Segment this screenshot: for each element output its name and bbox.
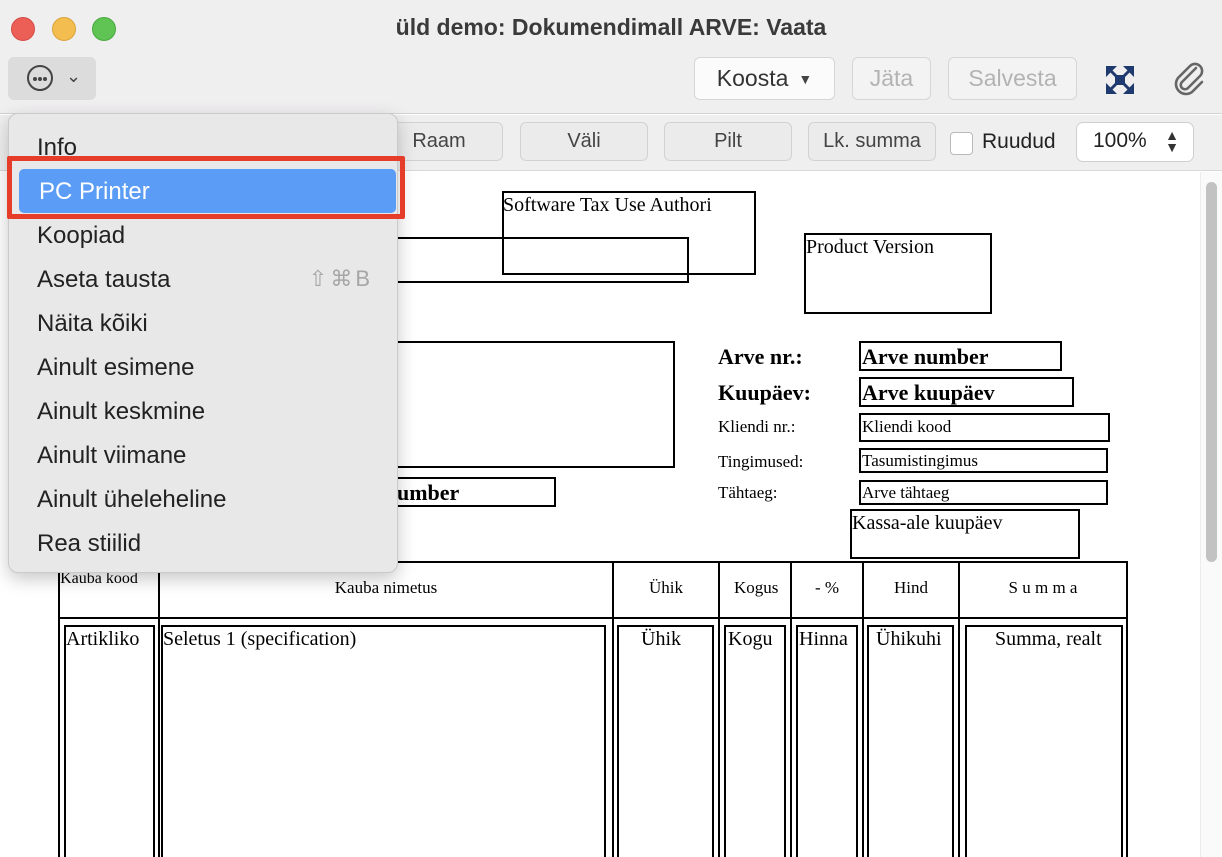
salvesta-button[interactable]: Salvesta: [948, 57, 1077, 100]
client-label: Kliendi nr.:: [718, 417, 796, 436]
header-hind: Hind: [894, 578, 928, 597]
scrollbar-thumb[interactable]: [1206, 182, 1217, 562]
header-percent: - %: [814, 578, 840, 597]
menu-item-label: Koopiad: [37, 222, 126, 249]
header-summa: S u m m a: [1008, 578, 1078, 597]
header-divider: [58, 617, 1128, 619]
cash-date-box[interactable]: Kassa-ale kuupäev: [850, 509, 1080, 559]
due-field: Arve tähtaeg: [862, 483, 950, 502]
row-field-box[interactable]: Seletus 1 (specification): [161, 625, 606, 857]
title-bar: üld demo: Dokumendimall ARVE: Vaata ⌄ Ko…: [0, 0, 1222, 114]
menu-item-ainult-keskmine[interactable]: Ainult keskmine: [17, 389, 389, 433]
date-box[interactable]: Arve kuupäev: [859, 377, 1074, 407]
menu-item-ainult-viimane[interactable]: Ainult viimane: [17, 433, 389, 477]
row-field-seletus: Seletus 1 (specification): [163, 628, 357, 650]
menu-item-rea-stiilid[interactable]: Rea stiilid: [17, 521, 389, 565]
row-field-uhikuhi: Ühikuhi: [876, 628, 942, 650]
menu-item-koopiad[interactable]: Koopiad: [17, 213, 389, 257]
number-box[interactable]: umber: [395, 477, 556, 507]
zoom-value: 100%: [1093, 129, 1147, 152]
due-box[interactable]: Arve tähtaeg: [859, 480, 1108, 505]
product-version-box[interactable]: Product Version: [804, 233, 992, 314]
row-field-summa: Summa, realt: [995, 628, 1102, 650]
client-field: Kliendi kood: [862, 417, 952, 436]
row-field-hinna: Hinna: [799, 628, 848, 650]
header-uhik: Ühik: [649, 578, 683, 597]
invoice-number-field: Arve number: [862, 344, 989, 369]
pilt-button[interactable]: Pilt: [664, 122, 792, 161]
chevron-down-icon: ⌄: [66, 66, 82, 86]
paperclip-icon[interactable]: [1172, 62, 1206, 96]
row-field-kogus: Kogu: [728, 628, 773, 650]
selection-highlight-frame: [7, 156, 405, 219]
address-box[interactable]: [395, 341, 675, 468]
lk-summa-button[interactable]: Lk. summa: [808, 122, 936, 161]
date-label: Kuupäev:: [718, 380, 811, 405]
menu-item-label: Ainult viimane: [37, 442, 187, 469]
menu-item-label: Rea stiilid: [37, 530, 142, 557]
terms-label: Tingimused:: [718, 452, 804, 471]
menu-item-ainult-uheleheline[interactable]: Ainult üheleheline: [17, 477, 389, 521]
row-field-uhik: Ühik: [641, 628, 681, 650]
menu-item-aseta-tausta[interactable]: Aseta tausta ⇧⌘B: [17, 257, 389, 301]
more-actions-button[interactable]: ⌄: [8, 57, 96, 100]
invoice-number-label: Arve nr.:: [718, 344, 803, 369]
up-down-chevron-icon: ▲ ▼: [1165, 127, 1179, 155]
terms-field: Tasumistingimus: [862, 451, 978, 470]
row-field-box[interactable]: Kogu: [724, 625, 786, 857]
ellipsis-circle-icon: [27, 65, 53, 91]
row-field-box[interactable]: Hinna: [796, 625, 858, 857]
row-field-box[interactable]: Ühikuhi: [867, 625, 954, 857]
window-title: üld demo: Dokumendimall ARVE: Vaata: [395, 14, 827, 40]
client-box[interactable]: Kliendi kood: [859, 413, 1110, 442]
row-field-box[interactable]: Summa, realt: [965, 625, 1123, 857]
ruudud-checkbox[interactable]: [950, 132, 973, 155]
menu-item-label: Näita kõiki: [37, 310, 148, 337]
menu-item-ainult-esimene[interactable]: Ainult esimene: [17, 345, 389, 389]
shortcut-shift-cmd-b: ⇧⌘B: [308, 266, 373, 291]
menu-item-naita-koiki[interactable]: Näita kõiki: [17, 301, 389, 345]
menu-item-label: Aseta tausta: [37, 266, 171, 293]
fullscreen-icon[interactable]: [1106, 66, 1134, 94]
header-kogus: Kogus: [734, 578, 779, 597]
menu-item-label: Ainult keskmine: [37, 398, 206, 425]
row-field-artikliko: Artikliko: [66, 628, 140, 650]
vali-button[interactable]: Väli: [520, 122, 648, 161]
row-field-box[interactable]: Ühik: [617, 625, 714, 857]
menu-item-label: Ainult üheleheline: [37, 486, 227, 513]
header-kauba-nimetus: Kauba nimetus: [334, 578, 438, 597]
product-version-text: Product Version: [806, 236, 934, 258]
invoice-number-box[interactable]: Arve number: [859, 341, 1062, 371]
ruudud-label: Ruudud: [982, 130, 1056, 153]
jata-button[interactable]: Jäta: [852, 57, 931, 100]
partial-number-field: umber: [397, 480, 460, 505]
due-label: Tähtaeg:: [718, 483, 778, 502]
terms-box[interactable]: Tasumistingimus: [859, 448, 1108, 473]
koosta-label: Koosta: [716, 65, 789, 91]
field-box[interactable]: [395, 237, 689, 283]
zoom-select[interactable]: 100% ▲ ▼: [1076, 122, 1194, 162]
row-field-box[interactable]: Artikliko: [64, 625, 155, 857]
koosta-button[interactable]: Koosta ▼: [694, 57, 835, 100]
chevron-down-icon: ▼: [798, 70, 813, 87]
menu-item-label: Ainult esimene: [37, 354, 195, 381]
tax-field-text: Software Tax Use Authori: [503, 194, 712, 216]
date-field: Arve kuupäev: [862, 380, 995, 405]
cash-date-field: Kassa-ale kuupäev: [852, 512, 1003, 534]
